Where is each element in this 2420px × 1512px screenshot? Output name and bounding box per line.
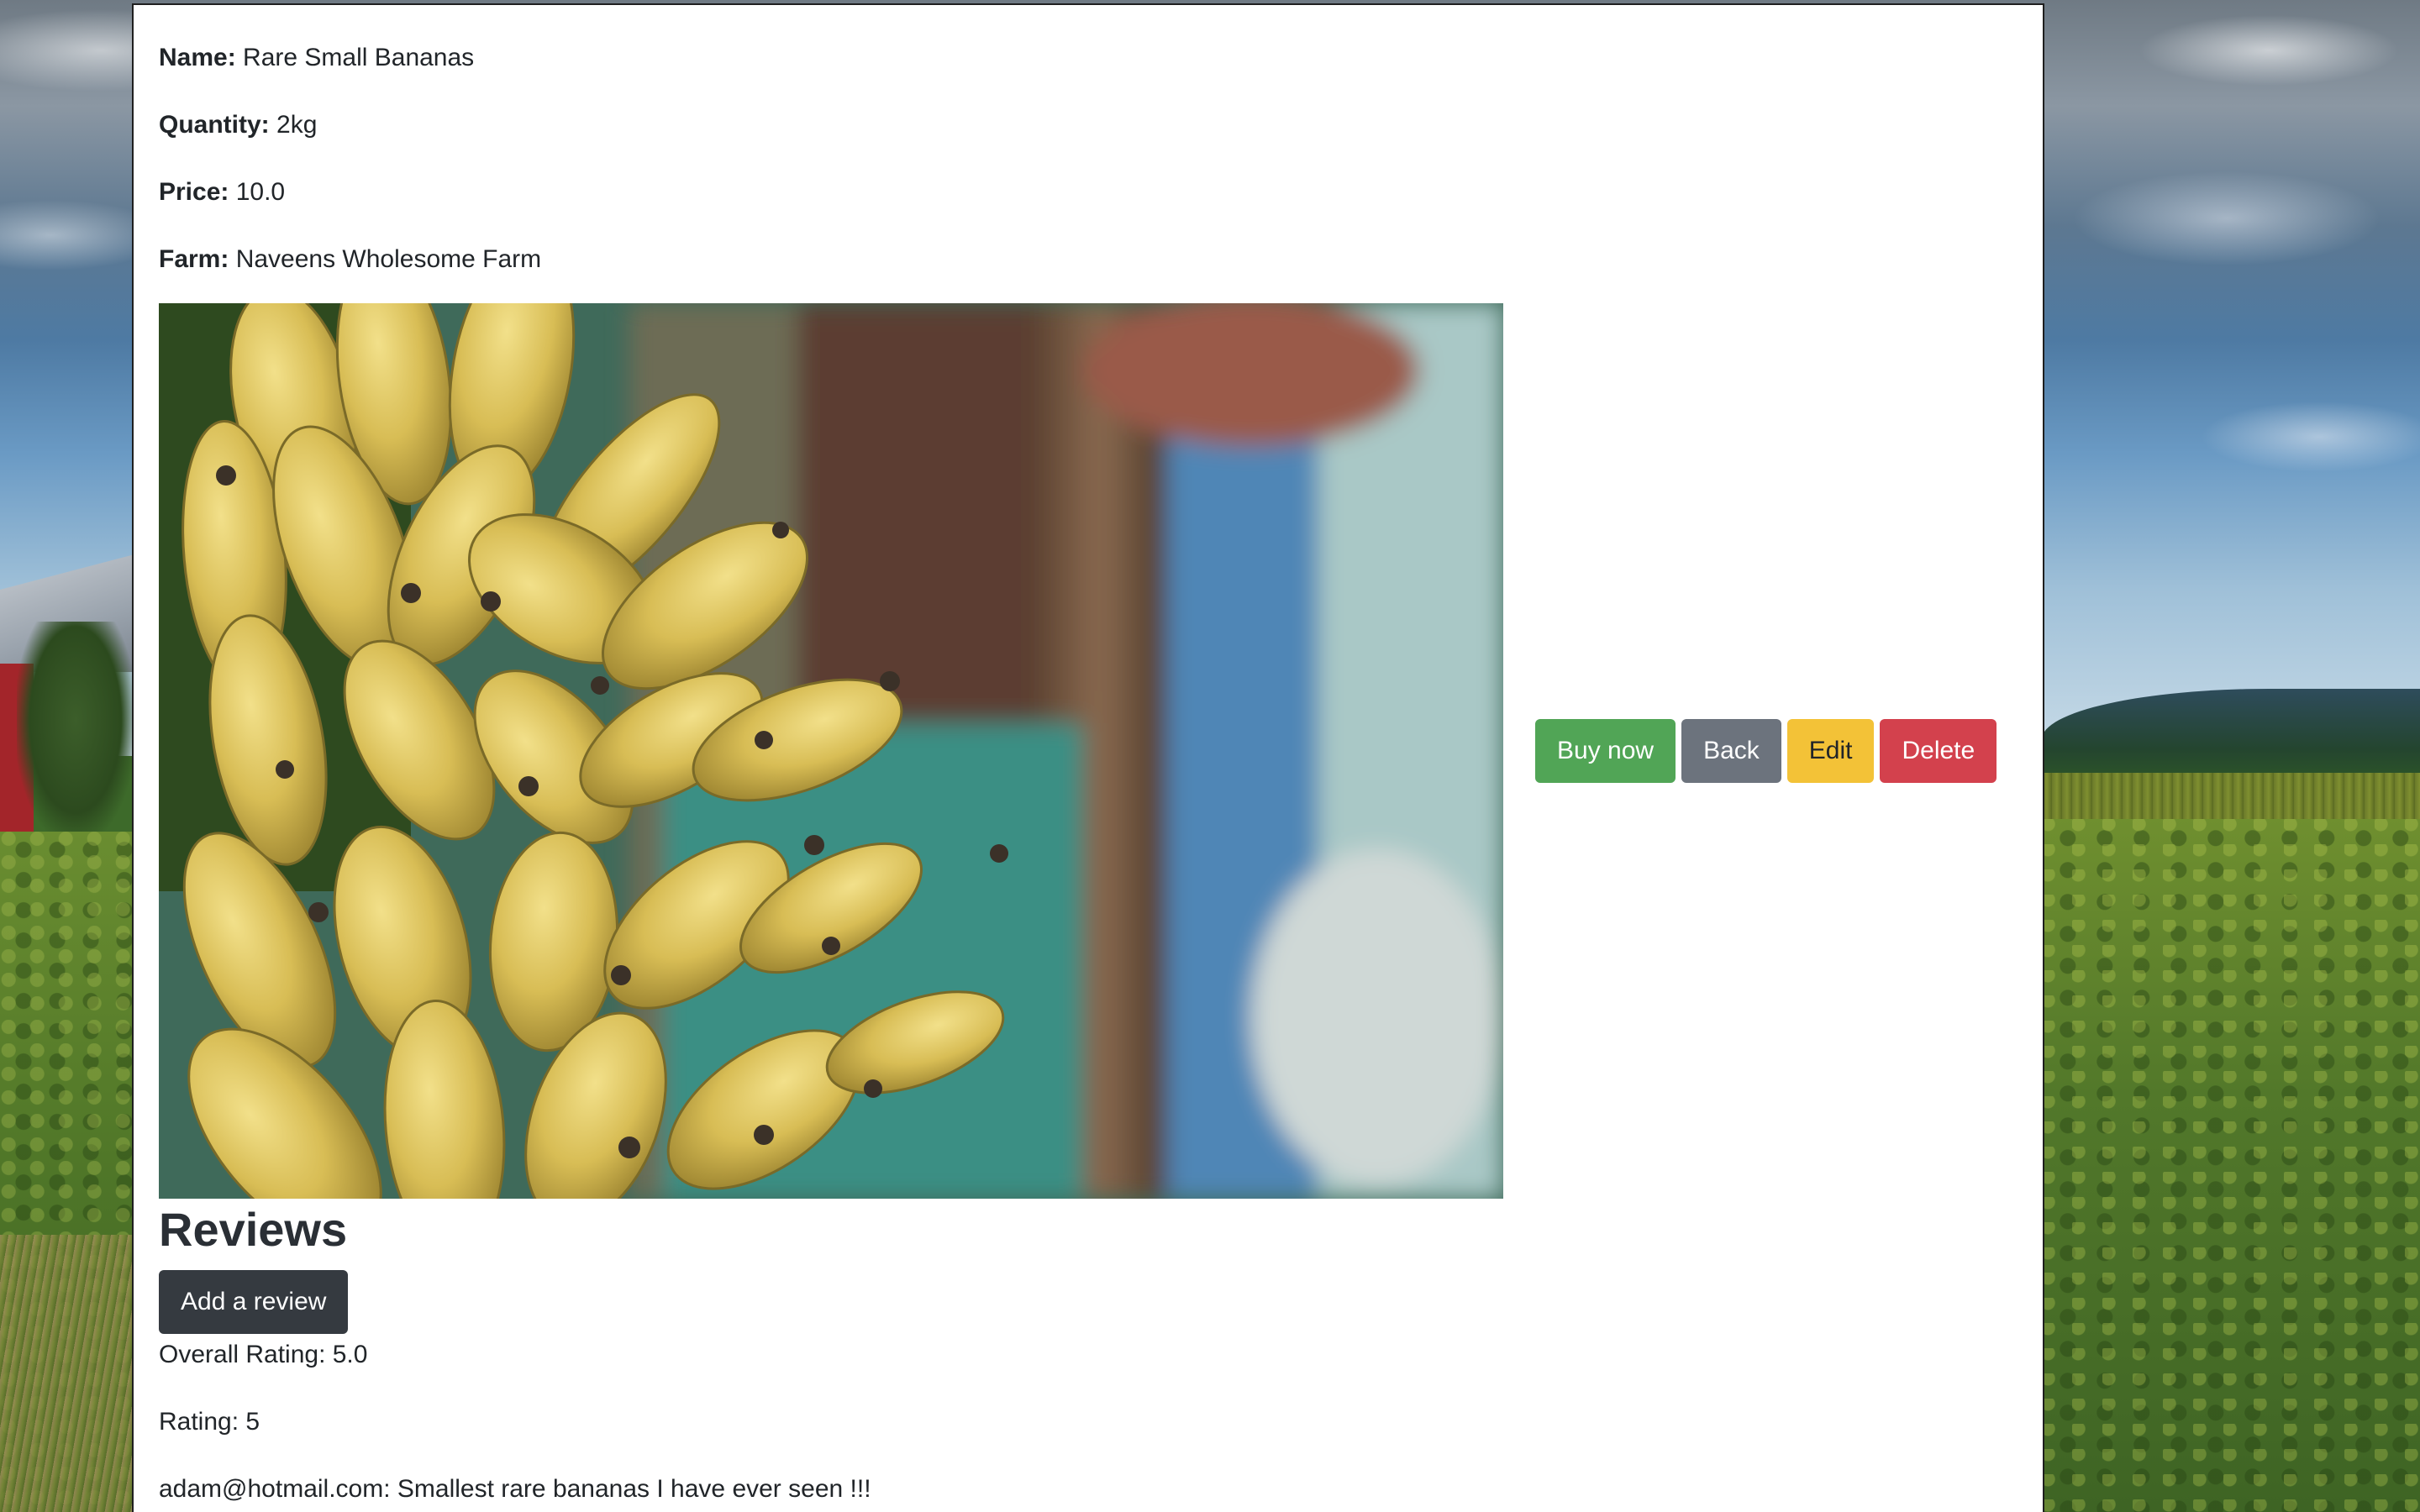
banana-bunch-illustration <box>159 303 1503 1199</box>
product-quantity-line: Quantity: 2kg <box>159 108 317 142</box>
grass-left <box>0 1235 134 1512</box>
product-name-label: Name: <box>159 44 236 71</box>
review-rating: Rating: 5 <box>159 1408 260 1436</box>
product-farm-value: Naveens Wholesome Farm <box>229 245 542 273</box>
product-name-line: Name: Rare Small Bananas <box>159 41 474 75</box>
product-image <box>159 303 1503 1199</box>
product-name-value: Rare Small Bananas <box>235 44 475 71</box>
review-comment: adam@hotmail.com: Smallest rare bananas … <box>159 1475 871 1503</box>
product-farm-label: Farm: <box>159 245 229 273</box>
crop-field-right <box>2042 819 2420 1512</box>
product-quantity-value: 2kg <box>269 111 318 139</box>
product-quantity-label: Quantity: <box>159 111 270 139</box>
tree <box>17 622 134 840</box>
product-price-line: Price: 10.0 <box>159 176 285 209</box>
reviews-heading: Reviews <box>159 1203 348 1256</box>
overall-rating: Overall Rating: 5.0 <box>159 1341 368 1368</box>
product-price-label: Price: <box>159 178 229 206</box>
product-detail-panel: Name: Rare Small Bananas Quantity: 2kg P… <box>132 3 2044 1512</box>
product-price-value: 10.0 <box>229 178 286 206</box>
back-button[interactable]: Back <box>1681 719 1781 783</box>
product-actions: Buy now Back Edit Delete <box>1535 719 1997 783</box>
add-review-button[interactable]: Add a review <box>159 1270 349 1334</box>
delete-button[interactable]: Delete <box>1880 719 1997 783</box>
edit-button[interactable]: Edit <box>1786 719 1875 783</box>
cornfield-strip <box>2042 773 2420 823</box>
product-farm-line: Farm: Naveens Wholesome Farm <box>159 243 541 276</box>
buy-now-button[interactable]: Buy now <box>1535 719 1676 783</box>
